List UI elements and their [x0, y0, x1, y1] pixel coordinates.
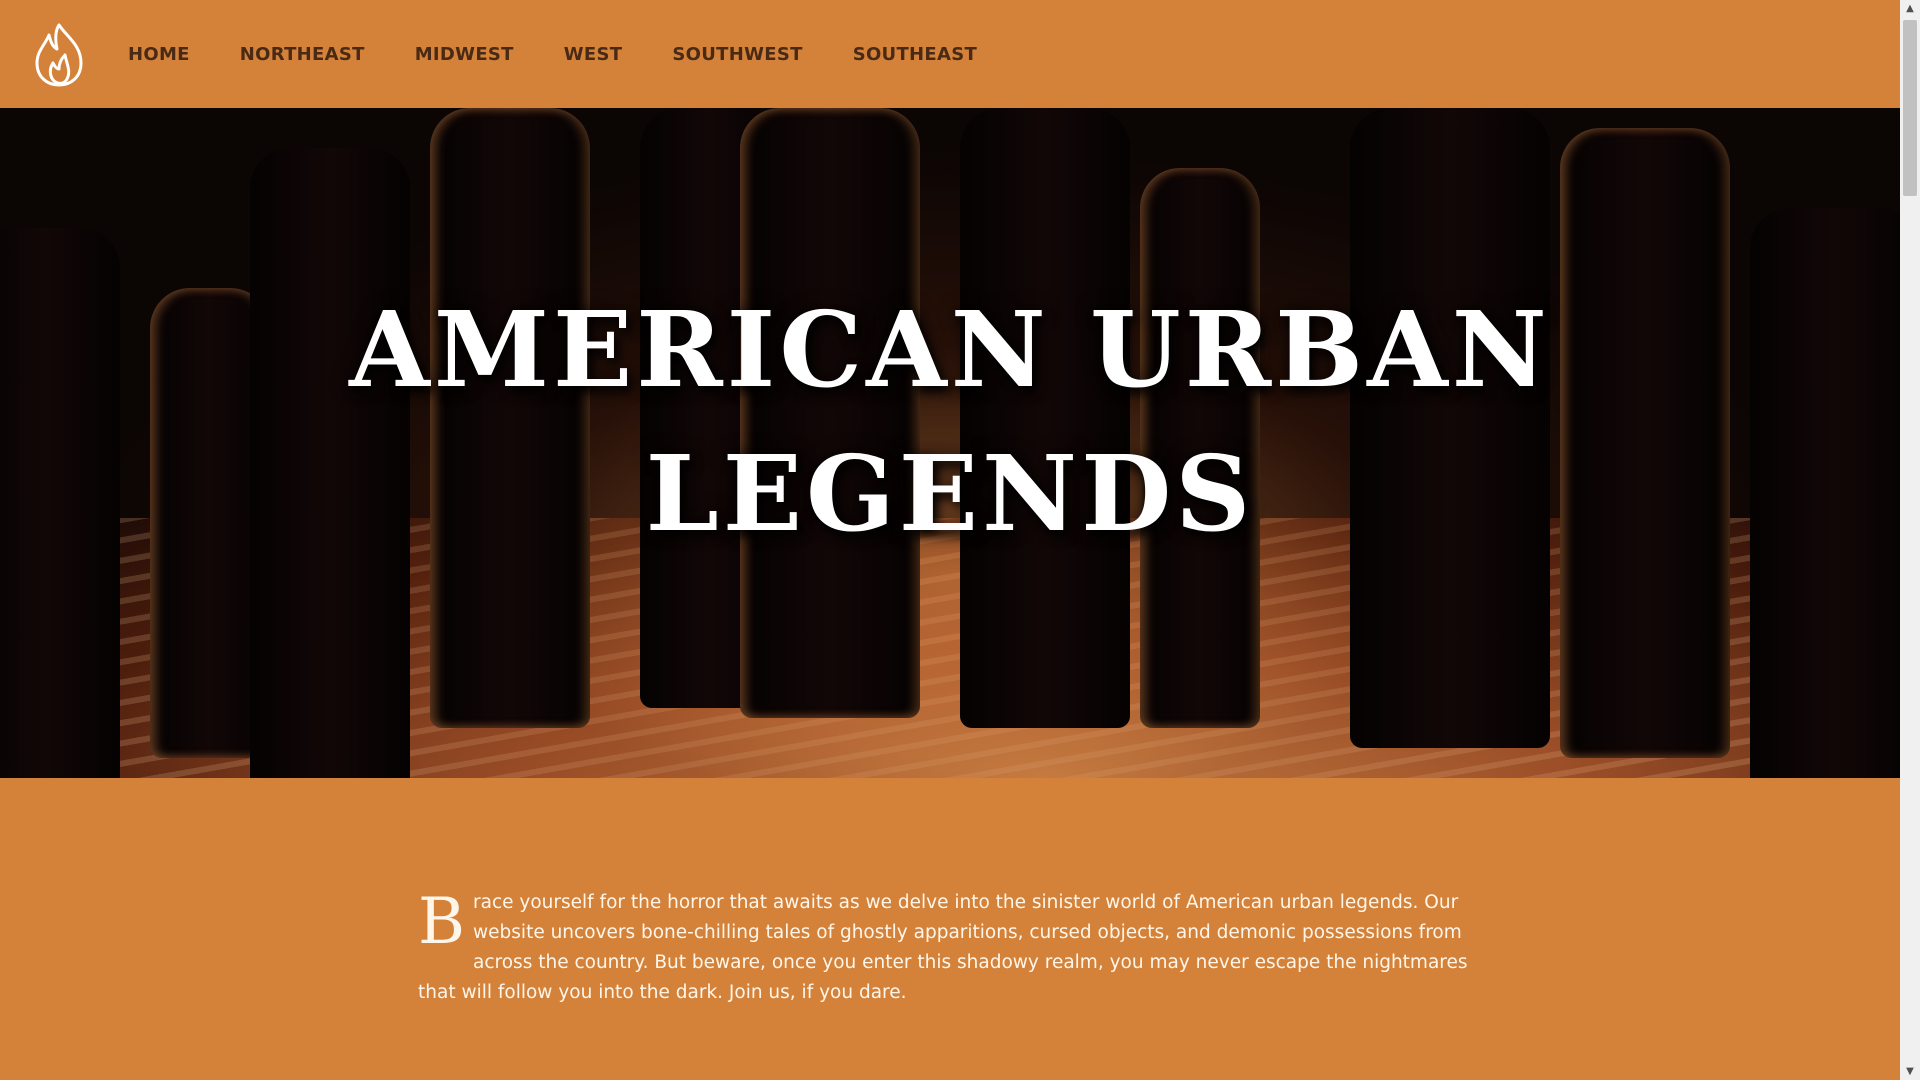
- page-title-line-1: AMERICAN URBAN: [349, 288, 1551, 411]
- nav-links: HOME NORTHEAST MIDWEST WEST SOUTHWEST SO…: [128, 44, 1027, 65]
- nav-link-southeast[interactable]: SOUTHEAST: [853, 44, 977, 65]
- nav-link-southwest[interactable]: SOUTHWEST: [672, 44, 802, 65]
- nav-link-west[interactable]: WEST: [564, 44, 623, 65]
- intro-paragraph: Brace yourself for the horror that await…: [418, 888, 1478, 1008]
- page-title-line-2: LEGENDS: [645, 432, 1255, 555]
- intro-dropcap: B: [418, 885, 466, 959]
- scroll-down-arrow-icon[interactable]: ▼: [1900, 1063, 1920, 1080]
- hero-banner: AMERICAN URBAN LEGENDS: [0, 108, 1900, 778]
- page: HOME NORTHEAST MIDWEST WEST SOUTHWEST SO…: [0, 0, 1900, 1080]
- flame-icon[interactable]: [30, 19, 88, 89]
- nav-link-northeast[interactable]: NORTHEAST: [240, 44, 365, 65]
- top-navigation: HOME NORTHEAST MIDWEST WEST SOUTHWEST SO…: [0, 0, 1900, 108]
- scrollbar-thumb[interactable]: [1903, 20, 1917, 196]
- nav-link-midwest[interactable]: MIDWEST: [415, 44, 514, 65]
- intro-text: race yourself for the horror that awaits…: [418, 892, 1468, 1003]
- scroll-up-arrow-icon[interactable]: ▲: [1900, 0, 1920, 17]
- nav-link-home[interactable]: HOME: [128, 44, 190, 65]
- page-title: AMERICAN URBAN LEGENDS: [0, 278, 1900, 566]
- vertical-scrollbar[interactable]: ▲ ▼: [1900, 0, 1920, 1080]
